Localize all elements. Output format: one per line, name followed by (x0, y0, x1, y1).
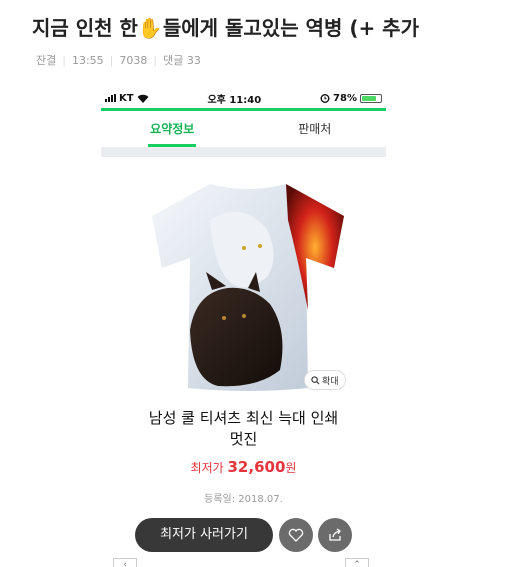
section-divider (101, 148, 386, 157)
tab-summary[interactable]: 요약정보 (101, 111, 244, 147)
registered-date: 등록일: 2018.07. (204, 494, 283, 505)
price-value: 32,600 (227, 458, 286, 476)
post-title: 지금 인천 한✋들에게 돌고있는 역병 (+ 추가 (32, 16, 419, 40)
divider: | (62, 53, 66, 67)
price: 최저가 32,600원 (101, 458, 386, 476)
post-author[interactable]: 잔결 (36, 52, 56, 68)
divider: | (153, 53, 158, 67)
product-name-line: 멋진 (229, 430, 258, 448)
zoom-button[interactable]: 확대 (304, 370, 346, 390)
phone-screenshot: KT 오후 11:40 78% 요약정보 판매처 확대 남성 쿨 티셔츠 최신 … (101, 88, 386, 567)
post-time: 13:55 (71, 53, 104, 67)
battery-percent: 78% (333, 92, 357, 104)
search-icon (311, 375, 320, 384)
price-unit: 원 (285, 461, 297, 475)
carrier-label: KT (119, 92, 134, 104)
post-views: 7038 (119, 53, 148, 67)
post-comments[interactable]: 댓글 33 (163, 52, 201, 68)
buy-lowest-price-button[interactable]: 최저가 사러가기 (135, 518, 273, 552)
battery-icon (359, 93, 382, 103)
alarm-icon (320, 94, 330, 103)
back-peek[interactable]: ‹ (113, 558, 137, 567)
product-image[interactable] (148, 180, 348, 392)
product-name: 남성 쿨 티셔츠 최신 늑대 인쇄 멋진 (121, 408, 366, 450)
signal-icon (105, 94, 116, 102)
tab-bar: 요약정보 판매처 (101, 111, 386, 148)
wishlist-button[interactable] (279, 518, 313, 552)
zoom-label: 확대 (322, 376, 339, 387)
share-button[interactable] (318, 518, 352, 552)
tab-sellers[interactable]: 판매처 (244, 111, 387, 147)
price-label: 최저가 (190, 461, 224, 475)
product-name-line: 남성 쿨 티셔츠 최신 늑대 인쇄 (148, 409, 339, 427)
status-bar: KT 오후 11:40 78% (101, 88, 386, 108)
chevron-up-icon[interactable]: ⌃ (345, 558, 369, 567)
divider: | (109, 53, 114, 67)
share-icon (329, 528, 341, 541)
heart-icon (288, 528, 304, 542)
post-meta: 잔결 | 13:55 | 7038 | 댓글 33 (36, 52, 201, 68)
wifi-icon (137, 94, 149, 103)
status-time: 오후 11:40 (207, 94, 262, 106)
